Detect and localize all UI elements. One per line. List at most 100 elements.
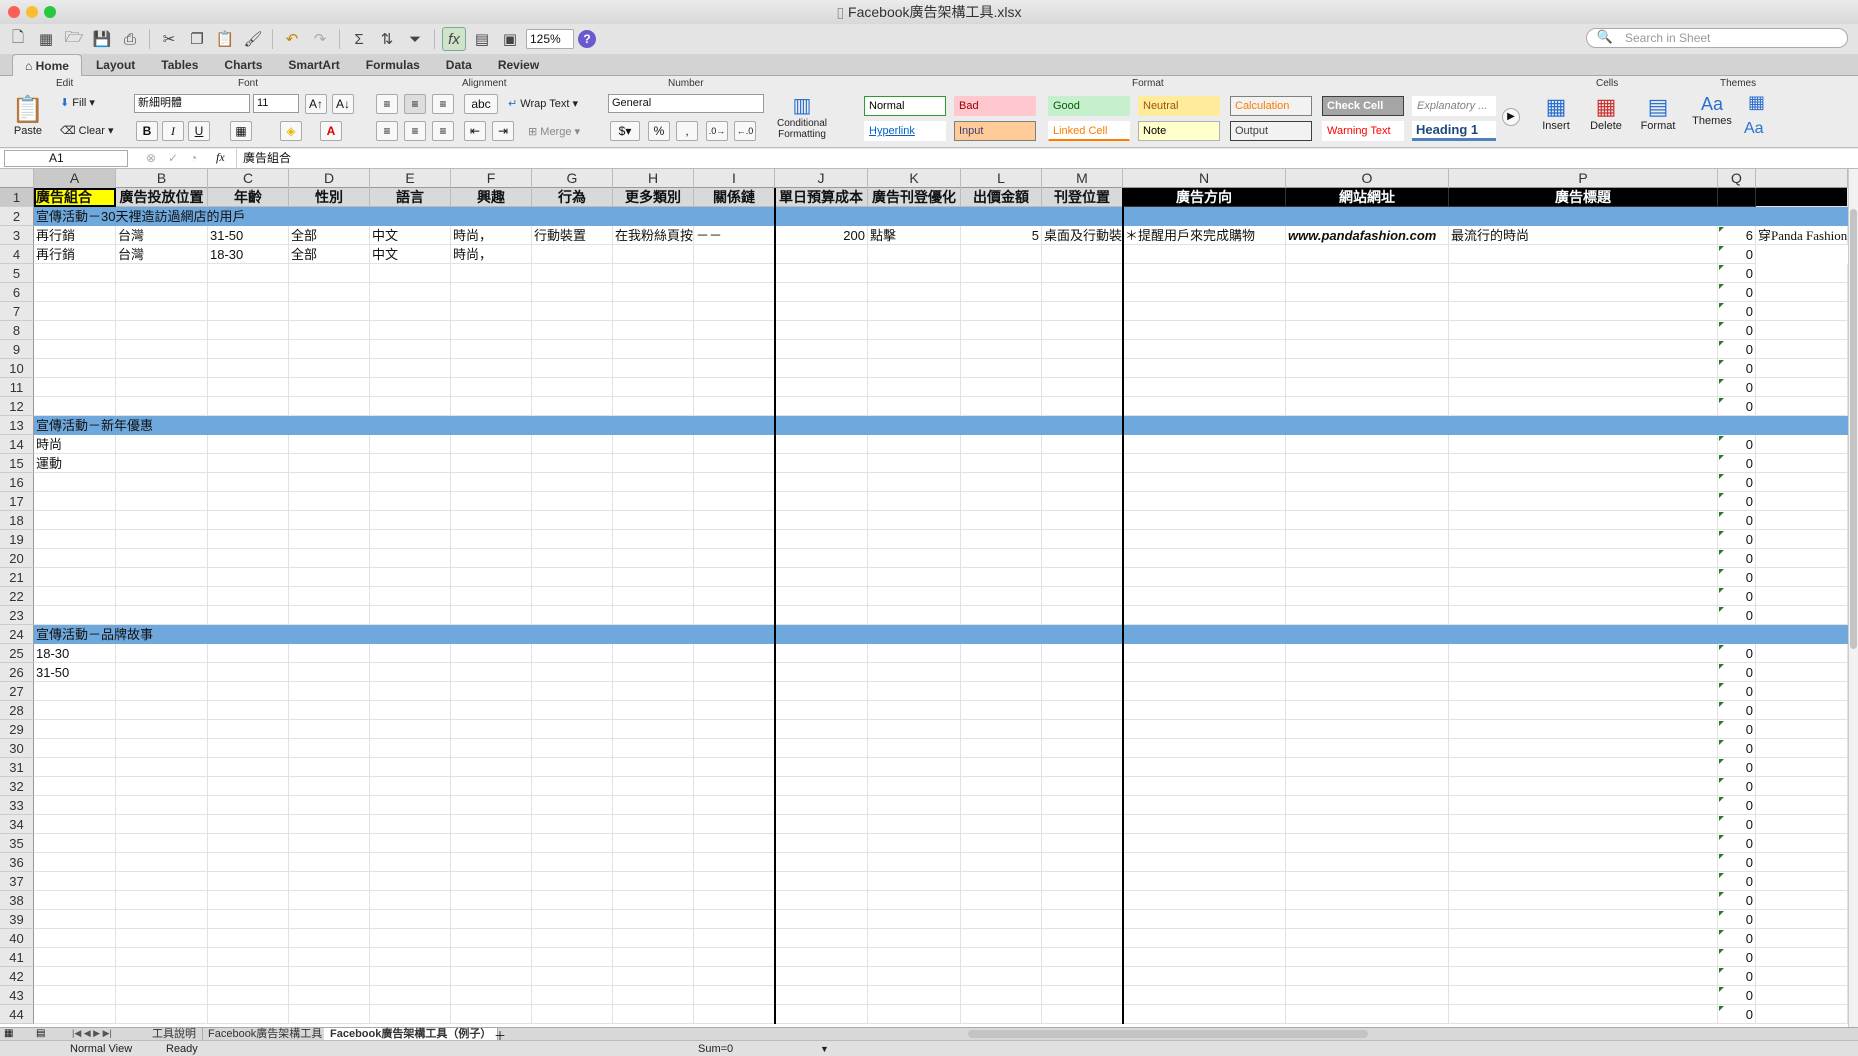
data-cell[interactable] bbox=[1123, 245, 1286, 264]
empty-cell[interactable] bbox=[868, 758, 961, 777]
empty-cell[interactable] bbox=[1123, 948, 1286, 967]
empty-cell[interactable] bbox=[34, 834, 116, 853]
empty-cell[interactable] bbox=[116, 853, 208, 872]
empty-cell[interactable] bbox=[868, 397, 961, 416]
empty-cell[interactable] bbox=[116, 264, 208, 283]
tab-review[interactable]: Review bbox=[486, 54, 551, 76]
column-header-n[interactable]: N bbox=[1123, 169, 1286, 188]
empty-cell[interactable] bbox=[1286, 739, 1449, 758]
empty-cell[interactable] bbox=[613, 891, 694, 910]
data-cell[interactable]: 中文 bbox=[370, 245, 451, 264]
empty-cell[interactable] bbox=[1286, 264, 1449, 283]
empty-cell[interactable] bbox=[1123, 1005, 1286, 1024]
column-header-e[interactable]: E bbox=[370, 169, 451, 188]
empty-cell[interactable] bbox=[370, 473, 451, 492]
empty-cell[interactable] bbox=[116, 967, 208, 986]
empty-cell[interactable] bbox=[1449, 758, 1718, 777]
empty-cell[interactable] bbox=[532, 891, 613, 910]
data-cell[interactable]: 31-50 bbox=[208, 226, 289, 245]
empty-cell[interactable] bbox=[116, 663, 208, 682]
empty-cell[interactable] bbox=[775, 511, 868, 530]
empty-cell[interactable] bbox=[1042, 454, 1123, 473]
empty-cell[interactable] bbox=[961, 739, 1042, 758]
column-header-r[interactable] bbox=[1756, 169, 1848, 188]
fill-color-icon[interactable]: ◈ bbox=[280, 121, 302, 141]
empty-cell[interactable] bbox=[34, 321, 116, 340]
empty-cell[interactable] bbox=[1042, 511, 1123, 530]
row-header[interactable]: 33 bbox=[0, 796, 34, 815]
empty-cell[interactable] bbox=[1123, 435, 1286, 454]
empty-cell[interactable] bbox=[1123, 549, 1286, 568]
empty-cell[interactable] bbox=[34, 758, 116, 777]
empty-cell[interactable] bbox=[34, 587, 116, 606]
empty-cell[interactable] bbox=[775, 891, 868, 910]
empty-cell[interactable] bbox=[116, 606, 208, 625]
empty-cell[interactable] bbox=[1286, 758, 1449, 777]
tab-smartart[interactable]: SmartArt bbox=[276, 54, 351, 76]
zoom-window-icon[interactable] bbox=[44, 6, 56, 18]
empty-cell[interactable] bbox=[1756, 815, 1848, 834]
empty-cell[interactable] bbox=[34, 302, 116, 321]
empty-cell[interactable] bbox=[961, 264, 1042, 283]
empty-cell[interactable] bbox=[775, 796, 868, 815]
empty-cell[interactable] bbox=[961, 701, 1042, 720]
empty-cell[interactable] bbox=[370, 606, 451, 625]
empty-cell[interactable] bbox=[208, 264, 289, 283]
empty-cell[interactable] bbox=[532, 720, 613, 739]
row-header[interactable]: 16 bbox=[0, 473, 34, 492]
row-header[interactable]: 6 bbox=[0, 283, 34, 302]
row-header[interactable]: 32 bbox=[0, 777, 34, 796]
empty-cell[interactable] bbox=[961, 606, 1042, 625]
empty-cell[interactable] bbox=[1449, 511, 1718, 530]
empty-cell[interactable] bbox=[451, 910, 532, 929]
empty-cell[interactable] bbox=[1756, 872, 1848, 891]
empty-cell[interactable] bbox=[775, 872, 868, 891]
empty-cell[interactable] bbox=[289, 758, 370, 777]
column-header-k[interactable]: K bbox=[868, 169, 961, 188]
empty-cell[interactable] bbox=[116, 834, 208, 853]
empty-cell[interactable] bbox=[532, 777, 613, 796]
cell-style-normal[interactable]: Normal bbox=[864, 96, 946, 116]
empty-cell[interactable] bbox=[613, 701, 694, 720]
empty-cell[interactable] bbox=[289, 321, 370, 340]
empty-cell[interactable] bbox=[694, 378, 775, 397]
empty-cell[interactable] bbox=[868, 530, 961, 549]
empty-cell[interactable] bbox=[1286, 910, 1449, 929]
empty-cell[interactable] bbox=[370, 568, 451, 587]
empty-cell[interactable] bbox=[370, 758, 451, 777]
empty-cell[interactable] bbox=[289, 872, 370, 891]
empty-cell[interactable] bbox=[868, 663, 961, 682]
empty-cell[interactable] bbox=[1449, 264, 1718, 283]
conditional-formatting-button[interactable]: ▥ Conditional Formatting bbox=[772, 94, 832, 140]
empty-cell[interactable] bbox=[775, 720, 868, 739]
empty-cell[interactable] bbox=[1286, 302, 1449, 321]
horizontal-scroll-thumb[interactable] bbox=[968, 1030, 1368, 1038]
empty-cell[interactable] bbox=[208, 587, 289, 606]
empty-cell[interactable] bbox=[613, 340, 694, 359]
empty-cell[interactable] bbox=[613, 492, 694, 511]
empty-cell[interactable] bbox=[289, 1005, 370, 1024]
empty-cell[interactable] bbox=[370, 663, 451, 682]
empty-cell[interactable] bbox=[775, 929, 868, 948]
empty-cell[interactable] bbox=[532, 340, 613, 359]
empty-cell[interactable] bbox=[1042, 948, 1123, 967]
font-name-select[interactable]: 新細明體 bbox=[134, 94, 250, 113]
empty-cell[interactable] bbox=[961, 777, 1042, 796]
empty-cell[interactable] bbox=[289, 511, 370, 530]
empty-cell[interactable] bbox=[34, 606, 116, 625]
empty-cell[interactable] bbox=[1123, 340, 1286, 359]
cell-style-note[interactable]: Note bbox=[1138, 121, 1220, 141]
row-header[interactable]: 28 bbox=[0, 701, 34, 720]
empty-cell[interactable] bbox=[1286, 568, 1449, 587]
empty-cell[interactable] bbox=[34, 264, 116, 283]
row-header[interactable]: 39 bbox=[0, 910, 34, 929]
empty-cell[interactable] bbox=[1756, 929, 1848, 948]
empty-cell[interactable] bbox=[208, 720, 289, 739]
empty-cell[interactable] bbox=[208, 359, 289, 378]
empty-cell[interactable] bbox=[613, 568, 694, 587]
empty-cell[interactable] bbox=[208, 663, 289, 682]
empty-cell[interactable] bbox=[1123, 777, 1286, 796]
empty-cell[interactable] bbox=[613, 549, 694, 568]
empty-cell[interactable] bbox=[1123, 264, 1286, 283]
empty-cell[interactable] bbox=[370, 435, 451, 454]
